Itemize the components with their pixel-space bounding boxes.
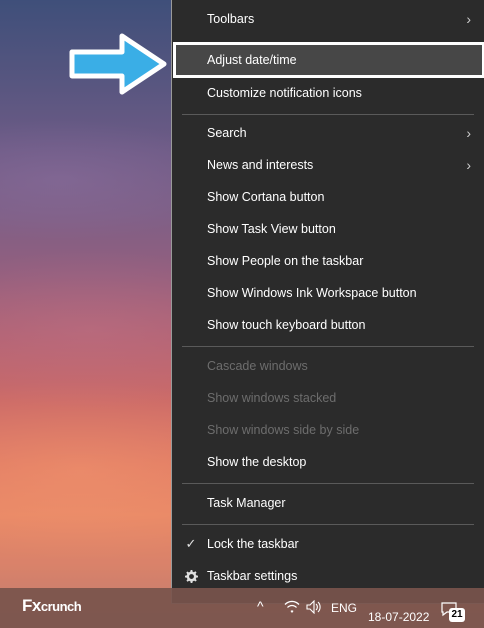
menu-item-adjust-datetime[interactable]: Adjust date/time xyxy=(173,42,484,78)
menu-item-label: Show Cortana button xyxy=(207,190,325,204)
menu-item-label: Show the desktop xyxy=(207,455,307,469)
menu-item-label: Show Task View button xyxy=(207,222,336,236)
menu-item-label: Show Windows Ink Workspace button xyxy=(207,286,417,300)
notification-center-button[interactable]: 21 xyxy=(441,601,465,622)
menu-separator xyxy=(182,114,474,115)
clock-date[interactable]: 18-07-2022 xyxy=(368,610,429,624)
menu-item-label: Show windows side by side xyxy=(207,423,360,437)
notification-count-badge: 21 xyxy=(449,608,465,622)
network-icon[interactable] xyxy=(284,600,300,617)
menu-item-show-people[interactable]: Show People on the taskbar xyxy=(173,245,484,277)
menu-item-customize-notification-icons[interactable]: Customize notification icons xyxy=(173,77,484,109)
menu-item-task-manager[interactable]: Task Manager xyxy=(173,487,484,519)
menu-item-show-cortana[interactable]: Show Cortana button xyxy=(173,181,484,213)
brand-logo: Fxcrunch xyxy=(22,596,82,615)
menu-item-toolbars[interactable]: Toolbars › xyxy=(173,3,484,35)
menu-item-label: News and interests xyxy=(207,158,314,172)
menu-item-label: Adjust date/time xyxy=(207,53,297,67)
menu-item-label: Search xyxy=(207,126,247,140)
menu-item-show-windows-stacked: Show windows stacked xyxy=(173,382,484,414)
menu-item-cascade-windows: Cascade windows xyxy=(173,350,484,382)
menu-item-label: Cascade windows xyxy=(207,359,308,373)
menu-item-label: Task Manager xyxy=(207,496,286,510)
menu-item-label: Lock the taskbar xyxy=(207,537,299,551)
menu-separator xyxy=(182,524,474,525)
chevron-right-icon: › xyxy=(466,157,471,173)
checkmark-icon: ✓ xyxy=(185,536,197,551)
menu-item-label: Show People on the taskbar xyxy=(207,254,364,268)
menu-item-lock-taskbar[interactable]: ✓ Lock the taskbar xyxy=(173,528,484,560)
menu-item-label: Customize notification icons xyxy=(207,86,362,100)
menu-item-show-ink-workspace[interactable]: Show Windows Ink Workspace button xyxy=(173,277,484,309)
menu-separator xyxy=(182,346,474,347)
menu-item-label: Show windows stacked xyxy=(207,391,337,405)
menu-item-show-desktop[interactable]: Show the desktop xyxy=(173,446,484,478)
menu-item-news-and-interests[interactable]: News and interests › xyxy=(173,149,484,181)
show-hidden-icons-chevron-icon[interactable]: ^ xyxy=(257,598,264,614)
menu-item-label: Show touch keyboard button xyxy=(207,318,366,332)
language-indicator[interactable]: ENG xyxy=(331,601,357,615)
chevron-right-icon: › xyxy=(466,11,471,27)
pointer-arrow-icon xyxy=(69,33,167,95)
menu-item-show-windows-side-by-side: Show windows side by side xyxy=(173,414,484,446)
volume-icon[interactable] xyxy=(306,599,322,617)
taskbar-context-menu: Toolbars › Adjust date/time Customize no… xyxy=(171,0,484,604)
chevron-right-icon: › xyxy=(466,125,471,141)
menu-item-search[interactable]: Search › xyxy=(173,117,484,149)
menu-item-show-touch-keyboard[interactable]: Show touch keyboard button xyxy=(173,309,484,341)
menu-separator xyxy=(182,483,474,484)
menu-item-label: Toolbars xyxy=(207,12,255,26)
menu-item-show-task-view[interactable]: Show Task View button xyxy=(173,213,484,245)
